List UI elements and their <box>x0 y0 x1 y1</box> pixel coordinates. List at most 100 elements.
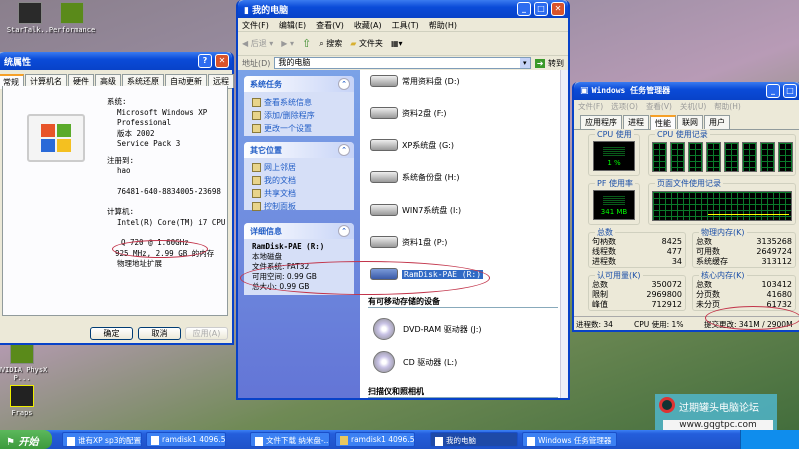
cpu-core-history-graph <box>760 142 775 172</box>
maximize-button[interactable]: □ <box>534 2 548 16</box>
status-cpu: CPU 使用: 1% <box>634 320 684 329</box>
collapse-chevron-icon[interactable]: ⌃ <box>338 144 350 156</box>
computer-icon: ▮ <box>244 6 253 16</box>
views-button[interactable]: ▦▾ <box>391 39 403 48</box>
taskbar-item-my-computer-active[interactable]: 我的电脑 <box>430 432 518 447</box>
computer-icon <box>435 436 443 446</box>
system-tasks-panel: 系统任务 ⌃ 查看系统信息 添加/删除程序 更改一个设置 <box>244 76 354 136</box>
apply-button[interactable]: 应用(A) <box>185 327 228 340</box>
menu-view[interactable]: 查看(V) <box>316 20 344 30</box>
tab-networking[interactable]: 联网 <box>677 115 703 129</box>
taskbar-item-4[interactable]: ramdisk1 4096.5 <box>335 432 415 447</box>
tab-processes[interactable]: 进程 <box>623 115 649 129</box>
shared-folder-icon <box>252 189 261 198</box>
menu-file[interactable]: 文件(F) <box>578 101 603 111</box>
views-icon: ▦ <box>390 39 399 48</box>
drive-f[interactable]: 资料2盘 (F:) <box>370 102 447 124</box>
tab-users[interactable]: 用户 <box>704 115 730 129</box>
startalk-shortcut-icon <box>18 2 42 24</box>
start-button[interactable]: ⚑ 开始 <box>0 430 52 449</box>
ie-page-icon <box>151 435 159 445</box>
my-computer-window: ▮ 我的电脑 _ □ ✕ 文件(F) 编辑(E) 查看(V) 收藏(A) 工具(… <box>236 0 570 400</box>
ok-button[interactable]: 确定 <box>90 327 133 340</box>
close-button[interactable]: ✕ <box>215 54 229 68</box>
drive-d[interactable]: 常用资料盘 (D:) <box>370 70 460 92</box>
desktop-icon-fraps[interactable]: Fraps <box>0 385 52 417</box>
menu-favorites[interactable]: 收藏(A) <box>354 20 382 30</box>
vertical-scrollbar[interactable] <box>560 70 568 398</box>
menu-edit[interactable]: 编辑(E) <box>279 20 306 30</box>
taskbar-item-task-manager[interactable]: Windows 任务管理器 <box>522 432 617 447</box>
address-input[interactable]: 我的电脑 ▾ <box>274 57 531 69</box>
link-view-system-info[interactable]: 查看系统信息 <box>244 96 354 109</box>
up-folder-button[interactable]: ⇧ <box>302 37 311 50</box>
desktop-icon-physx[interactable]: NVIDIA PhysX P... <box>0 342 52 382</box>
windows-flag-icon: ⚑ <box>6 437 19 448</box>
cancel-button[interactable]: 取消 <box>138 327 181 340</box>
tab-content: 系统: Microsoft Windows XP Professional 版本… <box>2 86 228 316</box>
system-info-icon <box>252 98 261 107</box>
hard-drive-icon <box>370 268 398 280</box>
dropdown-arrow-icon[interactable]: ▾ <box>519 58 530 68</box>
drive-j-dvd[interactable]: DVD-RAM 驱动器 (J:) <box>370 314 482 344</box>
menu-view[interactable]: 查看(V) <box>646 101 672 111</box>
tab-applications[interactable]: 应用程序 <box>580 115 622 129</box>
system-info-text: 系统: Microsoft Windows XP Professional 版本… <box>107 97 226 268</box>
taskbar-item-2[interactable]: ramdisk1 4096.5 ... <box>146 432 226 447</box>
drive-r-selected[interactable]: RamDisk-PAE (R:) <box>370 263 484 285</box>
task-manager-icon: ▣ <box>580 86 592 96</box>
hard-drive-icon <box>370 75 398 87</box>
taskbar-item-1[interactable]: 谁有XP sp3的配置... <box>62 432 142 447</box>
menu-tools[interactable]: 工具(T) <box>392 20 419 30</box>
taskbar-item-3[interactable]: 文件下载 纳米盘-... <box>250 432 330 447</box>
drive-g[interactable]: XP系统盘 (G:) <box>370 134 454 156</box>
minimize-button[interactable]: _ <box>766 84 780 98</box>
maximize-button[interactable]: □ <box>783 84 797 98</box>
nvidia-physx-icon <box>10 342 34 364</box>
link-shared-documents[interactable]: 共享文档 <box>244 187 354 200</box>
control-panel-icon <box>252 124 261 133</box>
drive-i[interactable]: WIN7系统盘 (I:) <box>370 199 461 221</box>
menu-shutdown[interactable]: 关机(U) <box>680 101 706 111</box>
section-header-scanners: 扫描仪和照相机 <box>368 386 558 398</box>
go-button[interactable]: ➜ 转到 <box>534 58 564 69</box>
desktop-icon-performance[interactable]: Performance <box>42 2 102 34</box>
help-button[interactable]: ? <box>198 54 212 68</box>
tab-performance[interactable]: 性能 <box>650 115 676 130</box>
minimize-button[interactable]: _ <box>517 2 531 16</box>
nvidia-performance-icon <box>60 2 84 24</box>
task-manager-icon <box>527 436 535 446</box>
cpu-usage-group: CPU 使用 1 % <box>588 129 640 176</box>
documents-icon <box>252 176 261 185</box>
drive-l-cd[interactable]: CD 驱动器 (L:) <box>370 347 457 377</box>
menu-help[interactable]: 帮助(H) <box>714 101 741 111</box>
folder-icon: ▰ <box>350 39 359 48</box>
watermark: 过期罐头电脑论坛 www.gqgtpc.com <box>655 394 777 434</box>
link-control-panel[interactable]: 控制面板 <box>244 200 354 213</box>
collapse-chevron-icon[interactable]: ⌃ <box>338 78 350 90</box>
menu-file[interactable]: 文件(F) <box>242 20 269 30</box>
cpu-core-history-graph <box>706 142 721 172</box>
menu-help[interactable]: 帮助(H) <box>429 20 457 30</box>
toolbar: ◀ 后退 ▾ ▶ ▾ ⇧ ⌕ 搜索 ▰ 文件夹 ▦▾ <box>238 32 568 56</box>
drive-p[interactable]: 资料1盘 (P:) <box>370 231 447 253</box>
hard-drive-icon <box>370 204 398 216</box>
cpu-history-group: CPU 使用记录 <box>648 129 796 176</box>
search-button[interactable]: ⌕ 搜索 <box>319 38 342 49</box>
collapse-chevron-icon[interactable]: ⌃ <box>338 225 350 237</box>
link-add-remove-programs[interactable]: 添加/删除程序 <box>244 109 354 122</box>
back-arrow-icon: ◀ <box>242 39 251 48</box>
dvd-drive-icon <box>373 318 395 340</box>
forward-button[interactable]: ▶ ▾ <box>281 39 294 48</box>
drive-h[interactable]: 系统备份盘 (H:) <box>370 166 460 188</box>
folders-button[interactable]: ▰ 文件夹 <box>350 38 383 49</box>
link-change-setting[interactable]: 更改一个设置 <box>244 122 354 135</box>
menu-options[interactable]: 选项(O) <box>611 101 638 111</box>
close-button[interactable]: ✕ <box>551 2 565 16</box>
totals-group: 总数 句柄数 8425 线程数 477 进程数 34 <box>588 227 686 268</box>
section-header-removable: 有可移动存储的设备 <box>368 296 558 308</box>
back-button[interactable]: ◀ 后退 ▾ <box>242 38 273 49</box>
link-network-places[interactable]: 网上邻居 <box>244 161 354 174</box>
link-my-documents[interactable]: 我的文档 <box>244 174 354 187</box>
cpu-core-history-graph <box>652 142 667 172</box>
